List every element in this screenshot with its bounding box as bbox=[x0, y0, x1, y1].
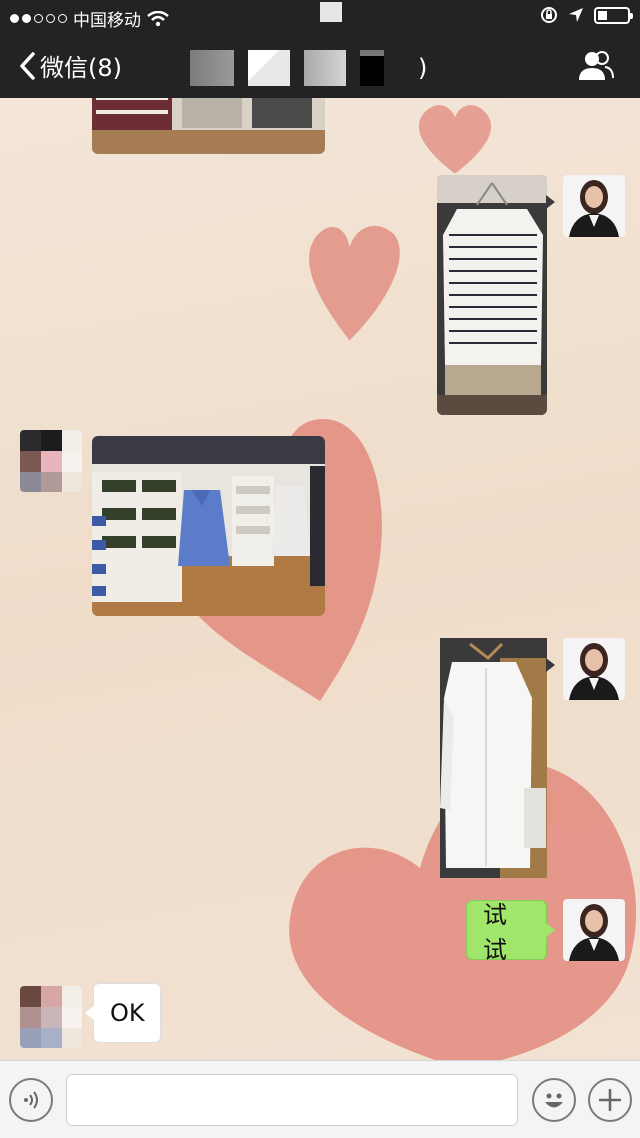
input-bar bbox=[0, 1060, 640, 1138]
nav-bar: 微信(8) ) bbox=[0, 34, 640, 98]
title-mosaic-3 bbox=[304, 50, 346, 86]
image-message-white-shirt[interactable] bbox=[440, 638, 555, 878]
location-arrow-icon bbox=[569, 8, 583, 22]
wifi-icon bbox=[147, 10, 169, 26]
camera-privacy-mosaic bbox=[320, 2, 342, 22]
signal-strength-icon bbox=[10, 14, 67, 23]
image-message-store-display[interactable] bbox=[92, 436, 325, 616]
store-display-photo bbox=[92, 436, 325, 616]
chat-area[interactable]: 试试 OK bbox=[0, 98, 640, 1060]
carrier-label: 中国移动 bbox=[73, 11, 141, 31]
title-mosaic-1 bbox=[190, 50, 234, 86]
my-avatar[interactable] bbox=[563, 899, 625, 961]
voice-icon bbox=[24, 1091, 38, 1109]
my-avatar[interactable] bbox=[563, 638, 625, 700]
emoji-icon bbox=[545, 1093, 563, 1108]
text-message-left[interactable]: OK bbox=[85, 983, 161, 1043]
avatar-mosaic-icon bbox=[20, 986, 82, 1048]
store-shelves-thumbnail bbox=[92, 98, 325, 154]
plus-icon bbox=[599, 1089, 621, 1111]
voice-input-button[interactable] bbox=[9, 1078, 53, 1122]
more-button[interactable] bbox=[588, 1078, 632, 1122]
avatar-woman-in-suit-icon bbox=[563, 638, 625, 700]
friend-avatar[interactable] bbox=[20, 986, 82, 1048]
my-avatar[interactable] bbox=[563, 175, 625, 237]
chevron-left-icon bbox=[20, 51, 35, 80]
heart-decoration-small-icon bbox=[418, 105, 492, 174]
title-suffix: ) bbox=[418, 54, 428, 82]
title-mosaic-4 bbox=[360, 50, 384, 86]
avatar-woman-in-suit-icon bbox=[563, 175, 625, 237]
image-message-striped-sweater[interactable] bbox=[437, 175, 555, 415]
text-message-right[interactable]: 试试 bbox=[466, 900, 555, 964]
message-input[interactable] bbox=[66, 1074, 518, 1126]
group-members-icon[interactable] bbox=[578, 50, 614, 82]
back-label: 微信(8) bbox=[40, 54, 122, 82]
battery-icon bbox=[594, 6, 633, 24]
message-text: 试试 bbox=[483, 901, 507, 964]
chat-title: ) bbox=[190, 50, 427, 86]
title-mosaic-2 bbox=[248, 50, 290, 86]
heart-decoration-medium-icon bbox=[309, 225, 400, 341]
status-bar: 中国移动 bbox=[0, 0, 640, 34]
avatar-woman-in-suit-icon bbox=[563, 899, 625, 961]
image-message-store-top[interactable] bbox=[92, 98, 325, 154]
white-shirt-photo bbox=[440, 638, 547, 878]
emoji-button[interactable] bbox=[532, 1078, 576, 1122]
rotation-lock-icon bbox=[541, 7, 557, 23]
message-text: OK bbox=[110, 999, 145, 1027]
back-button[interactable]: 微信(8) bbox=[18, 48, 122, 83]
avatar-mosaic-icon bbox=[20, 430, 82, 492]
striped-sweater-photo bbox=[437, 175, 547, 415]
friend-avatar[interactable] bbox=[20, 430, 82, 492]
